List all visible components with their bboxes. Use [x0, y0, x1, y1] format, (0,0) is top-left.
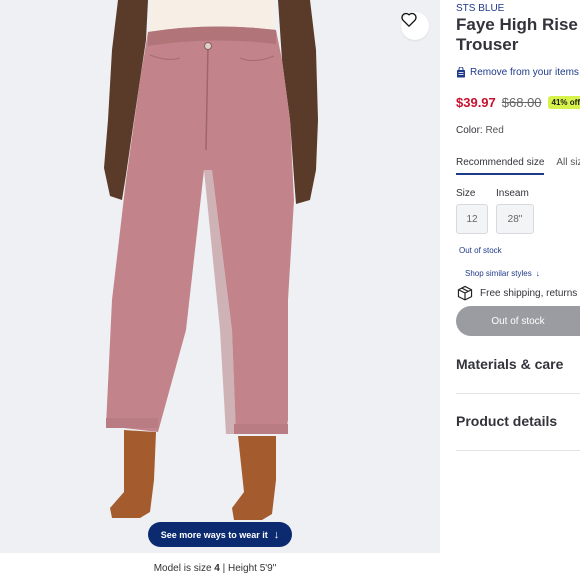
color-label: Color: [456, 125, 486, 136]
size-label: Size [456, 188, 476, 199]
shop-similar-link[interactable]: Shop similar styles ↓ [465, 269, 540, 278]
see-more-ways-label: See more ways to wear it [160, 529, 268, 540]
box-icon [457, 285, 473, 301]
discount-badge: 41% off [547, 96, 580, 109]
heart-icon [401, 12, 417, 27]
stock-status: Out of stock [459, 246, 502, 255]
model-caption: Model is size 4 | Height 5'9" [153, 563, 277, 574]
see-more-ways-button[interactable]: See more ways to wear it ↓ [148, 522, 292, 547]
arrow-down-icon: ↓ [273, 528, 280, 541]
divider [456, 450, 580, 451]
divider [456, 393, 580, 394]
tab-all-sizes[interactable]: All siz [556, 157, 580, 175]
remove-label: Remove from your items [470, 67, 579, 78]
shipping-text: Free shipping, returns [480, 287, 578, 299]
out-of-stock-button[interactable]: Out of stock [456, 306, 580, 336]
arrow-down-icon: ↓ [535, 269, 540, 278]
model-photo [0, 0, 440, 553]
inseam-label: Inseam [496, 188, 529, 199]
price-row: $39.97 $68.00 41% off [456, 95, 580, 110]
inseam-option[interactable]: 28" [496, 204, 534, 234]
tab-recommended-size[interactable]: Recommended size [456, 157, 545, 175]
size-tabs: Recommended size All siz [456, 157, 580, 175]
brand-link[interactable]: STS BLUE [456, 3, 504, 14]
wishlist-button[interactable] [401, 12, 429, 40]
materials-care-section[interactable]: Materials & care [456, 356, 580, 372]
shipping-info: Free shipping, returns [456, 285, 577, 301]
remove-from-items-link[interactable]: Remove from your items [456, 67, 579, 78]
sale-price: $39.97 [456, 95, 496, 110]
product-image[interactable]: See more ways to wear it ↓ [0, 0, 440, 553]
size-option[interactable]: 12 [456, 204, 488, 234]
product-details-panel: STS BLUE Faye High Rise W Trouser Remove… [456, 0, 580, 580]
original-price: $68.00 [501, 95, 542, 110]
product-details-section[interactable]: Product details [456, 413, 580, 429]
out-of-stock-label: Out of stock [491, 315, 545, 327]
bag-icon [457, 67, 465, 78]
product-title: Faye High Rise W Trouser [456, 15, 580, 54]
color-value: Red [485, 125, 504, 136]
color-row: Color: Red [456, 125, 504, 136]
